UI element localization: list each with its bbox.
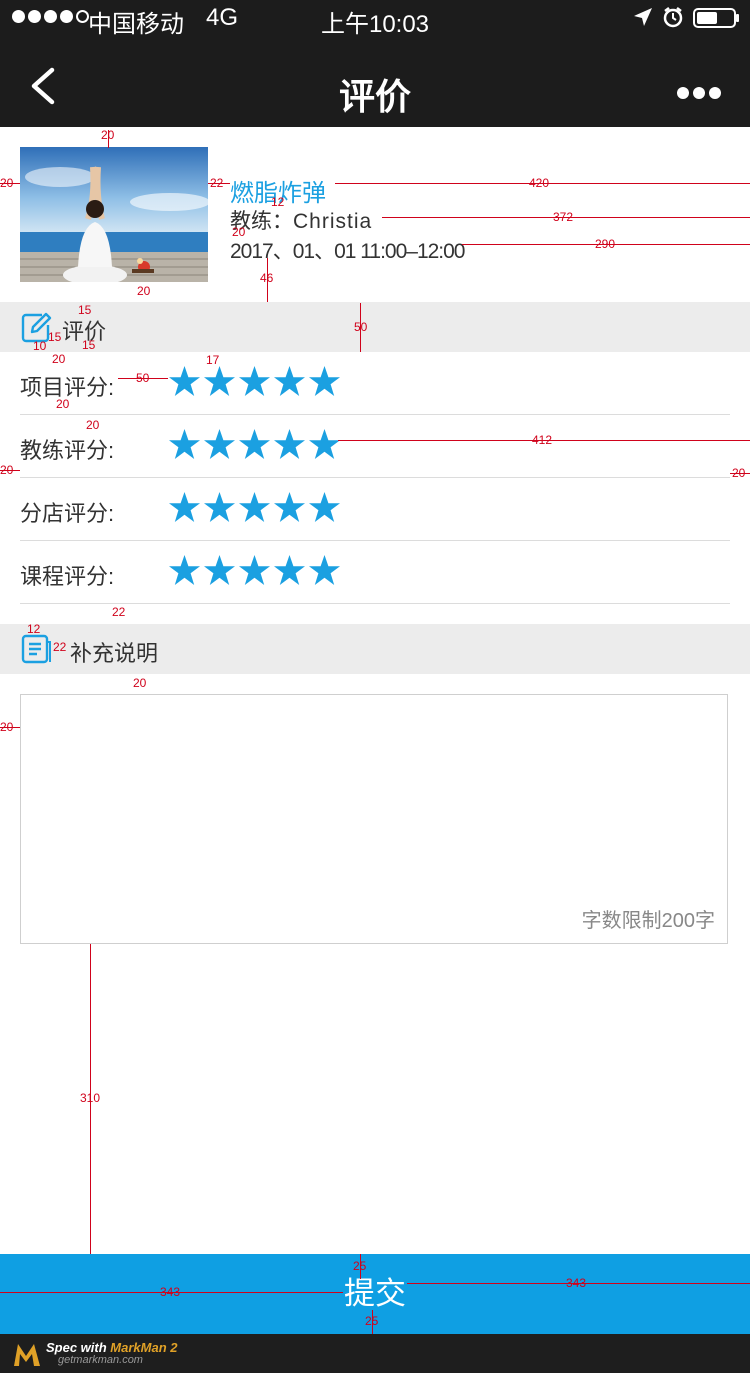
annotation-label: 20 [732,466,746,480]
annotation-label: 50 [354,320,368,334]
annotation-label: 343 [566,1276,587,1290]
annotation-label: 25 [365,1314,379,1328]
star-icon[interactable] [238,491,271,524]
annotation-label: 46 [260,271,274,285]
annotation-label: 12 [271,195,285,209]
rating-row-project: 项目评分: [20,352,730,415]
coach-name: Christia [293,210,373,233]
annotation-label: 343 [160,1285,181,1299]
star-rating[interactable] [168,428,341,461]
annotation-label: 22 [210,176,224,190]
annotation-label: 310 [80,1091,101,1105]
rating-row-course: 课程评分: [20,541,730,604]
remark-section-header: 补充说明 [0,624,750,674]
star-icon[interactable] [238,428,271,461]
annotation-label: 22 [112,605,126,619]
annotation-label: 50 [136,371,150,385]
star-icon[interactable] [168,428,201,461]
rating-label: 教练评分: [20,438,115,463]
star-rating[interactable] [168,365,341,398]
annotation-label: 25 [353,1259,367,1273]
course-time: 2017、01、01 11:00–12:00 [230,240,465,263]
star-icon[interactable] [308,365,341,398]
star-icon[interactable] [203,428,236,461]
star-icon[interactable] [308,491,341,524]
annotation-label: 10 [33,339,47,353]
star-icon[interactable] [168,554,201,587]
star-icon[interactable] [238,554,271,587]
remark-section-label: 补充说明 [70,641,159,666]
star-icon[interactable] [308,428,341,461]
star-icon[interactable] [203,365,236,398]
star-icon[interactable] [168,491,201,524]
annotation-label: 20 [232,225,246,239]
rating-row-coach: 教练评分: [20,415,730,478]
nav-bar: 评价 [0,40,750,127]
markman-brand: MarkMan 2 [110,1340,178,1355]
page-title: 评价 [338,76,411,117]
markman-url: getmarkman.com [58,1354,143,1366]
document-icon [21,634,51,664]
annotation-label: 420 [529,176,550,190]
star-icon[interactable] [203,554,236,587]
star-icon[interactable] [203,491,236,524]
star-icon[interactable] [168,365,201,398]
annotation-label: 22 [53,640,67,654]
more-dots-icon[interactable] [676,86,722,100]
annotation-label: 290 [595,237,616,251]
markman-footer: Spec with MarkMan 2 getmarkman.com [0,1334,750,1373]
star-icon[interactable] [273,365,306,398]
rating-section-header: 评价 [0,302,750,352]
rating-label: 分店评分: [20,501,115,526]
annotation-label: 15 [82,338,96,352]
annotation-label: 17 [206,353,220,367]
rating-label: 课程评分: [20,564,115,589]
remark-box: 字数限制200字 [20,694,728,944]
annotation-label: 20 [0,720,14,734]
battery-icon [693,8,739,28]
course-image [20,147,208,282]
annotation-label: 372 [553,210,574,224]
coach-info: 教练：Christia [230,205,372,235]
star-rating[interactable] [168,554,341,587]
annotation-label: 20 [86,418,100,432]
star-icon[interactable] [273,491,306,524]
status-bar: 中国移动 4G 上午10:03 [0,0,750,40]
star-icon[interactable] [273,428,306,461]
star-icon[interactable] [308,554,341,587]
alarm-clock-icon [663,7,683,28]
annotation-label: 20 [0,176,14,190]
annotation-label: 412 [532,433,553,447]
annotation-label: 12 [27,622,41,636]
rating-row-branch: 分店评分: [20,478,730,541]
annotation-label: 20 [101,128,115,142]
annotation-label: 20 [52,352,66,366]
course-card: 燃脂炸弹 教练：Christia 2017、01、01 11:00–12:00 [0,127,750,302]
location-arrow-icon [634,8,652,26]
char-limit-hint: 字数限制200字 [581,910,715,932]
annotation-label: 15 [48,330,62,344]
annotation-label: 15 [78,303,92,317]
markman-logo-icon [14,1344,40,1366]
annotation-label: 20 [137,284,151,298]
markman-spec-text: Spec with MarkMan 2 [46,1340,178,1355]
annotation-label: 20 [56,397,70,411]
star-icon[interactable] [273,554,306,587]
annotation-label: 20 [0,463,14,477]
star-rating[interactable] [168,491,341,524]
annotation-label: 20 [133,676,147,690]
star-icon[interactable] [238,365,271,398]
